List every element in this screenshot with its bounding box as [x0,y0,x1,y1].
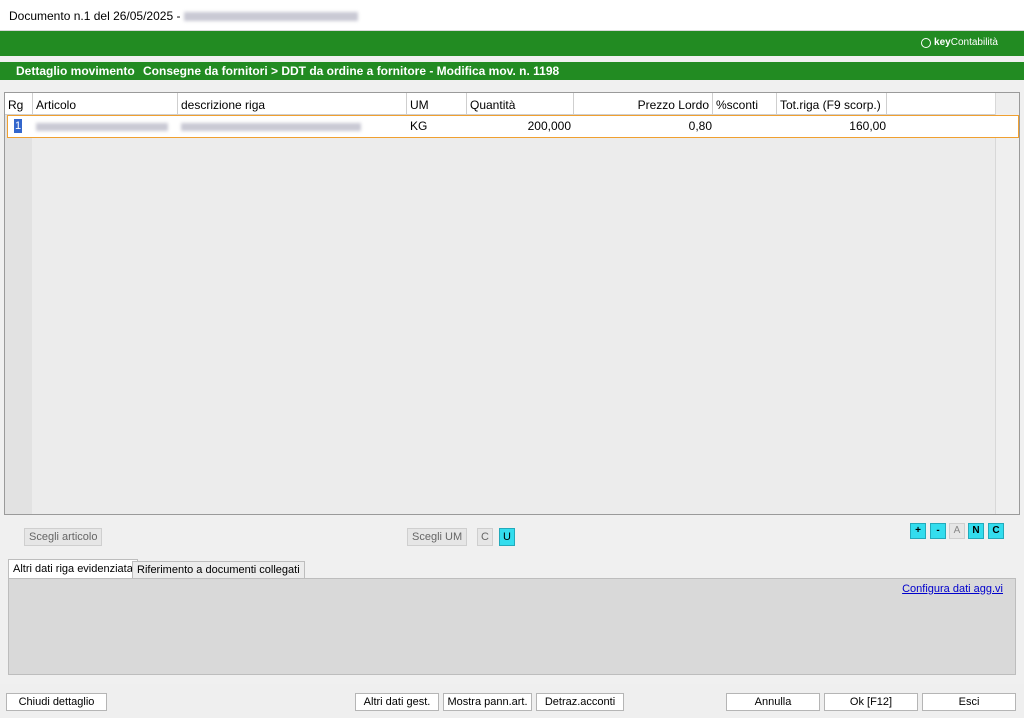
redacted-text [181,122,361,131]
n-button[interactable]: N [968,523,984,539]
table-row[interactable]: 1 KG 200,000 0,80 160,00 [7,115,1019,138]
scegli-articolo-button[interactable]: Scegli articolo [24,528,103,546]
column-header-quantita[interactable]: Quantità [467,93,574,115]
um-c-button[interactable]: C [477,528,493,546]
column-header-sconti[interactable]: %sconti [713,93,777,115]
column-header-articolo[interactable]: Articolo [33,93,178,115]
configura-dati-link[interactable]: Configura dati agg.vi [902,583,1003,595]
add-row-button[interactable]: + [910,523,926,539]
section-path: Consegne da fornitori > DDT da ordine a … [143,64,560,78]
row-number[interactable]: 1 [14,119,22,133]
cell-prezzo-lordo[interactable]: 0,80 [577,119,712,133]
column-header-prezzo-lordo[interactable]: Prezzo Lordo [574,93,713,115]
detail-grid[interactable]: Rg Articolo descrizione riga UM Quantità… [4,92,1020,515]
cell-descrizione[interactable] [181,119,361,133]
section-header: Dettaglio movimento Consegne da fornitor… [0,62,1024,80]
title-bar: Documento n.1 del 26/05/2025 - [0,0,1024,31]
detraz-acconti-button[interactable]: Detraz.acconti [536,693,624,711]
column-header-empty [887,93,997,115]
annulla-button[interactable]: Annulla [726,693,820,711]
chiudi-dettaglio-button[interactable]: Chiudi dettaglio [6,693,107,711]
column-header-tot-riga[interactable]: Tot.riga (F9 scorp.) [777,93,887,115]
redacted-text [183,12,358,22]
column-header-um[interactable]: UM [407,93,467,115]
tab-panel: Configura dati agg.vi [8,578,1016,675]
column-header-descrizione[interactable]: descrizione riga [178,93,407,115]
column-header-rg[interactable]: Rg [5,93,33,115]
vertical-scrollbar[interactable] [995,93,1019,514]
cell-um[interactable]: KG [410,119,427,133]
scegli-um-button[interactable]: Scegli UM [407,528,468,546]
esci-button[interactable]: Esci [922,693,1016,711]
row-header-strip [5,93,32,514]
um-u-button[interactable]: U [499,528,515,546]
cell-tot-riga[interactable]: 160,00 [780,119,886,133]
window-title: Documento n.1 del 26/05/2025 - [9,9,358,23]
brand-bar: key Contabilità [0,31,1024,56]
cell-articolo[interactable] [36,119,168,133]
brand-logo: key Contabilità [921,37,998,48]
remove-row-button[interactable]: - [930,523,946,539]
cell-quantita[interactable]: 200,000 [470,119,571,133]
mostra-pann-art-button[interactable]: Mostra pann.art. [443,693,532,711]
ok-button[interactable]: Ok [F12] [824,693,918,711]
tab-riferimento-documenti[interactable]: Riferimento a documenti collegati [132,561,305,578]
a-button: A [949,523,965,539]
redacted-text [36,122,168,131]
key-logo-icon [921,37,932,48]
altri-dati-gest-button[interactable]: Altri dati gest. [355,693,439,711]
tab-altri-dati-riga[interactable]: Altri dati riga evidenziata [8,559,138,578]
section-title: Dettaglio movimento [16,64,135,78]
c-button[interactable]: C [988,523,1004,539]
